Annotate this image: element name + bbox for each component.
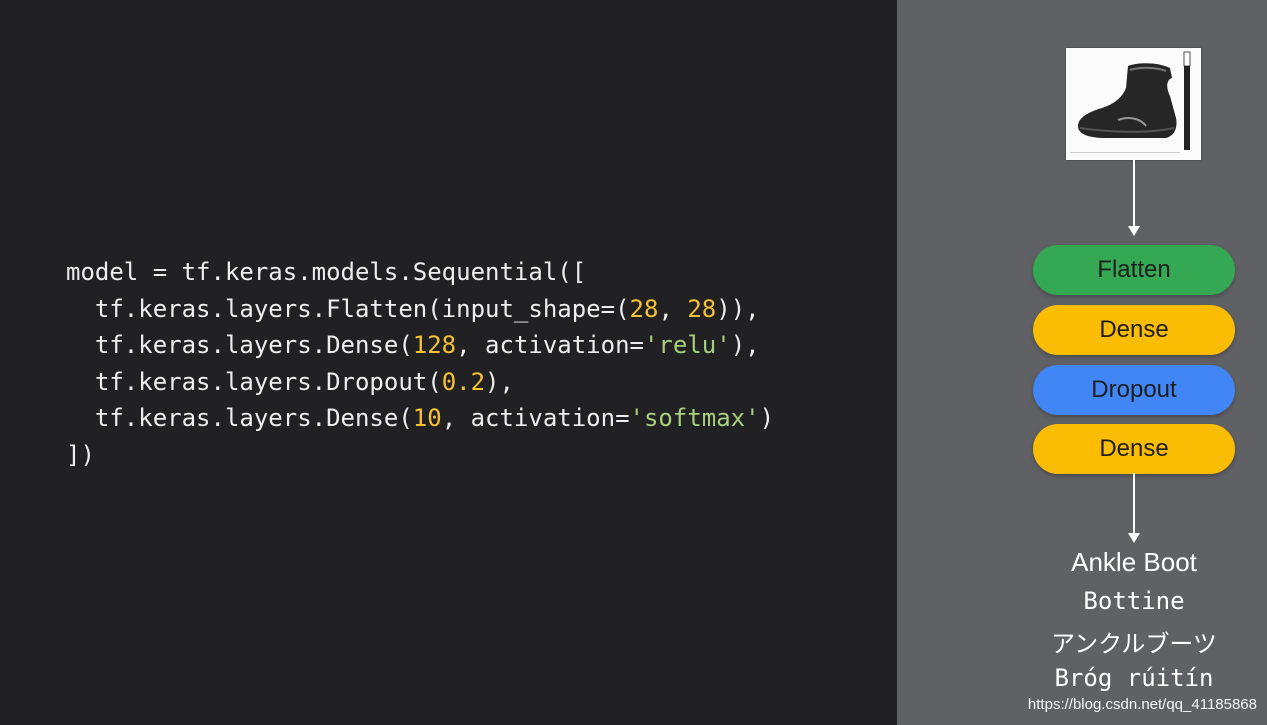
layer-label: Dropout [1091, 376, 1177, 403]
code-number-token: 28 [629, 294, 659, 323]
output-label-english: Ankle Boot [1071, 547, 1197, 577]
code-token: ), [730, 331, 760, 359]
code-token: ), [485, 367, 514, 396]
arrow-down-icon [1128, 473, 1140, 543]
layer-dropout: Dropout [1033, 365, 1235, 415]
code-token: )), [716, 294, 760, 323]
ankle-boot-image [1066, 48, 1201, 160]
output-label-irish: Bróg rúitín [1054, 664, 1214, 692]
layer-label: Flatten [1097, 256, 1171, 283]
code-token: ) [759, 404, 775, 432]
layer-label: Dense [1099, 435, 1169, 462]
code-number-token: 28 [687, 294, 717, 323]
code-line: model = tf.keras.models.Sequential([ [66, 254, 774, 291]
code-line: tf.keras.layers.Dense(10, activation='so… [66, 400, 774, 437]
watermark: https://blog.csdn.net/qq_41185868 [1027, 696, 1257, 713]
code-token: tf.keras.layers.Dense( [66, 404, 413, 432]
code-number-token: 128 [412, 331, 457, 359]
arrow-down-icon [1128, 160, 1140, 236]
code-number-token: 0.2 [441, 367, 486, 396]
code-line: ]) [66, 437, 774, 474]
code-line: tf.keras.layers.Dropout(0.2), [66, 364, 774, 401]
code-token: model = tf.keras.models.Sequential([ [66, 258, 587, 286]
layer-label: Dense [1099, 316, 1169, 343]
layer-dense-output: Dense [1033, 424, 1235, 474]
code-line: tf.keras.layers.Flatten(input_shape=(28,… [66, 291, 774, 328]
layer-dense: Dense [1033, 305, 1235, 355]
code-token: , activation= [441, 404, 630, 432]
code-block: model = tf.keras.models.Sequential([ tf.… [66, 254, 774, 473]
code-string-token: 'relu' [643, 331, 731, 359]
code-token: tf.keras.layers.Dropout( [66, 367, 442, 396]
code-token: ]) [66, 440, 95, 469]
code-panel: model = tf.keras.models.Sequential([ tf.… [0, 0, 897, 725]
code-number-token: 10 [412, 404, 442, 432]
code-token: tf.keras.layers.Dense( [66, 331, 413, 359]
code-string-token: 'softmax' [629, 404, 760, 432]
code-token: , activation= [456, 331, 644, 359]
code-token: tf.keras.layers.Flatten(input_shape=( [66, 294, 630, 323]
output-label-french: Bottine [1083, 587, 1185, 615]
code-token: , [658, 294, 688, 323]
ankle-boot-icon [1066, 48, 1201, 160]
layer-flatten: Flatten [1033, 245, 1235, 295]
output-label-japanese: アンクルブーツ [1051, 630, 1217, 658]
code-line: tf.keras.layers.Dense(128, activation='r… [66, 327, 774, 364]
